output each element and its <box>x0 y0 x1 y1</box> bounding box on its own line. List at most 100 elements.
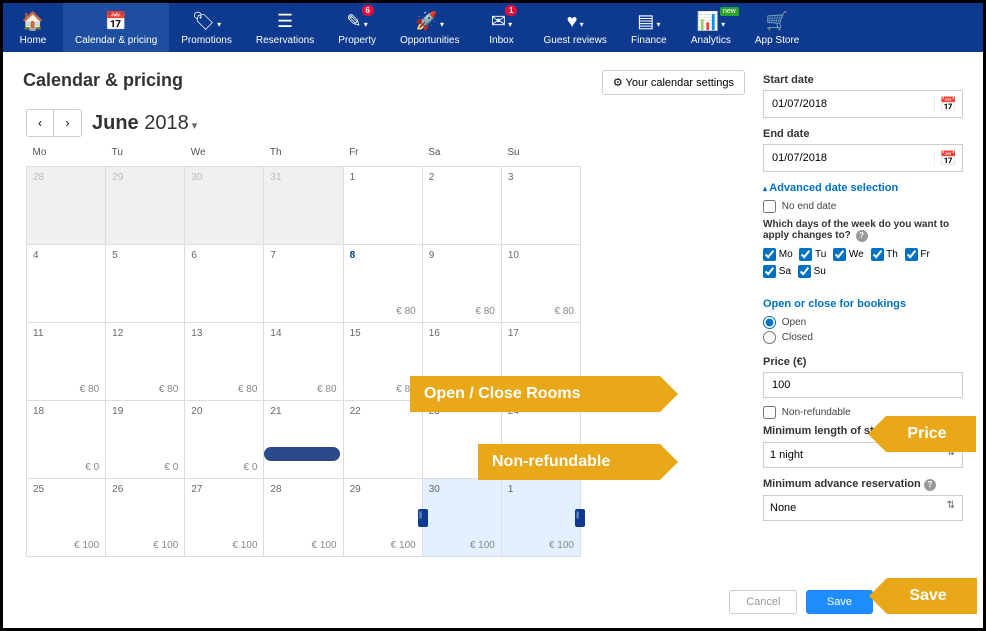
calendar-day[interactable]: 27€ 100 <box>185 479 264 557</box>
nav-opportunities[interactable]: 🚀Opportunities <box>388 3 471 52</box>
nav-finance[interactable]: ▤Finance <box>619 3 679 52</box>
calendar-day[interactable]: 2 <box>422 167 501 245</box>
day-number: 19 <box>112 406 123 417</box>
day-checkbox-mo[interactable]: Mo <box>763 249 793 260</box>
day-checkbox-we[interactable]: We <box>833 249 864 260</box>
non-refundable-checkbox[interactable]: Non-refundable <box>763 407 851 418</box>
calendar-day[interactable]: 1 <box>343 167 422 245</box>
nav-appstore[interactable]: 🛒App Store <box>743 3 811 52</box>
nav-guest-reviews[interactable]: ♥Guest reviews <box>531 3 618 52</box>
calendar-day[interactable]: 6 <box>185 245 264 323</box>
start-date-input[interactable] <box>764 98 934 110</box>
calendar-day[interactable]: 12€ 80 <box>106 323 185 401</box>
calendar-day[interactable]: 30€ 100 <box>422 479 501 557</box>
calendar-day[interactable]: 8€ 80 <box>343 245 422 323</box>
day-price: € 100 <box>312 540 337 551</box>
weekday-header: Sa <box>422 145 501 167</box>
home-icon: 🏠 <box>15 11 51 32</box>
nav-promotions[interactable]: 🏷Promotions <box>169 3 244 52</box>
calendar-day[interactable]: 1 € 100 <box>501 479 580 557</box>
day-number: 17 <box>508 328 519 339</box>
save-button[interactable]: Save <box>806 590 873 614</box>
end-date-input[interactable] <box>764 152 934 164</box>
day-checkbox-tu[interactable]: Tu <box>799 249 826 260</box>
nav-home[interactable]: 🏠Home <box>3 3 63 52</box>
day-number: 8 <box>350 250 356 261</box>
days-question: Which days of the week do you want to ap… <box>763 219 963 242</box>
calendar-day[interactable]: 10€ 80 <box>501 245 580 323</box>
no-end-date-checkbox[interactable]: No end date <box>763 201 836 212</box>
calendar-day[interactable]: 5 <box>106 245 185 323</box>
nav-inbox[interactable]: 1✉Inbox <box>471 3 531 52</box>
calendar-day[interactable]: 28€ 100 <box>264 479 343 557</box>
property-badge: 6 <box>362 5 374 16</box>
calendar-day[interactable]: 20 € 0 <box>185 401 264 479</box>
price-input[interactable] <box>763 372 963 398</box>
day-price: € 100 <box>549 540 574 551</box>
prev-month-button[interactable]: ‹ <box>26 109 54 137</box>
heart-icon: ♥ <box>543 11 606 32</box>
next-month-button[interactable]: › <box>54 109 82 137</box>
day-price: € 80 <box>159 384 178 395</box>
calendar-day[interactable]: 11 € 80 <box>27 323 106 401</box>
selection-handle-end[interactable] <box>575 509 585 527</box>
nav-calendar-pricing[interactable]: 📅Calendar & pricing <box>63 3 169 52</box>
calendar-day[interactable]: 19€ 0 <box>106 401 185 479</box>
cancel-button[interactable]: Cancel <box>729 590 797 614</box>
start-date-field[interactable]: 📅 <box>763 90 963 118</box>
day-checkbox-sa[interactable]: Sa <box>763 266 791 277</box>
calendar-day[interactable]: 28 <box>27 167 106 245</box>
calendar-day[interactable]: 4 <box>27 245 106 323</box>
day-number: 20 <box>191 406 202 417</box>
end-date-field[interactable]: 📅 <box>763 144 963 172</box>
calendar-settings-button[interactable]: Your calendar settings <box>602 70 745 95</box>
open-radio[interactable]: Open <box>763 317 806 328</box>
booking-bar[interactable] <box>264 447 340 461</box>
calendar-picker-icon[interactable]: 📅 <box>934 96 962 113</box>
day-number: 22 <box>350 406 361 417</box>
list-icon: ☰ <box>256 11 314 32</box>
callout-open-close-rooms: Open / Close Rooms <box>410 376 660 412</box>
calendar-day[interactable]: 3 <box>501 167 580 245</box>
calendar-day[interactable]: 29 <box>106 167 185 245</box>
calendar-day[interactable]: 7 <box>264 245 343 323</box>
weekday-header: Tu <box>106 145 185 167</box>
calendar-day[interactable]: 13€ 80 <box>185 323 264 401</box>
nav-reservations[interactable]: ☰Reservations <box>244 3 326 52</box>
day-number: 15 <box>350 328 361 339</box>
day-checkbox-su[interactable]: Su <box>798 266 826 277</box>
day-number: 18 <box>33 406 44 417</box>
calendar-day[interactable]: 26€ 100 <box>106 479 185 557</box>
calendar-day[interactable]: 9€ 80 <box>422 245 501 323</box>
calendar-day[interactable]: 14€ 80 <box>264 323 343 401</box>
calendar-day[interactable]: 31 <box>264 167 343 245</box>
day-number: 2 <box>429 172 435 183</box>
month-selector[interactable]: June 2018 <box>92 112 197 135</box>
nav-property[interactable]: 6✎Property <box>326 3 388 52</box>
closed-radio[interactable]: Closed <box>763 332 813 343</box>
calendar-day[interactable]: 21 <box>264 401 343 479</box>
help-icon[interactable]: ? <box>924 479 936 491</box>
calendar-day[interactable]: 30 <box>185 167 264 245</box>
calendar-picker-icon[interactable]: 📅 <box>934 150 962 167</box>
nav-analytics[interactable]: new📊Analytics <box>679 3 743 52</box>
day-price: € 100 <box>470 540 495 551</box>
day-number: 7 <box>270 250 276 261</box>
min-advance-label: Minimum advance reservation ? <box>763 478 963 491</box>
help-icon[interactable]: ? <box>856 230 868 242</box>
calendar-day[interactable]: 29€ 100 <box>343 479 422 557</box>
day-checkbox-th[interactable]: Th <box>871 249 898 260</box>
calendar-day[interactable]: 18€ 0 <box>27 401 106 479</box>
advanced-date-toggle[interactable]: Advanced date selection <box>763 182 963 194</box>
day-number: 11 <box>33 328 43 339</box>
tag-icon: 🏷 <box>181 11 232 32</box>
start-date-label: Start date <box>763 74 963 86</box>
selection-handle-start[interactable] <box>418 509 428 527</box>
calendar-day[interactable]: 22 <box>343 401 422 479</box>
day-price: € 0 <box>244 462 258 473</box>
min-advance-select[interactable]: None <box>763 495 963 521</box>
calendar-day[interactable]: 25€ 100 <box>27 479 106 557</box>
day-checkbox-fr[interactable]: Fr <box>905 249 930 260</box>
day-number: 1 <box>508 484 514 495</box>
day-price: € 80 <box>80 384 99 395</box>
